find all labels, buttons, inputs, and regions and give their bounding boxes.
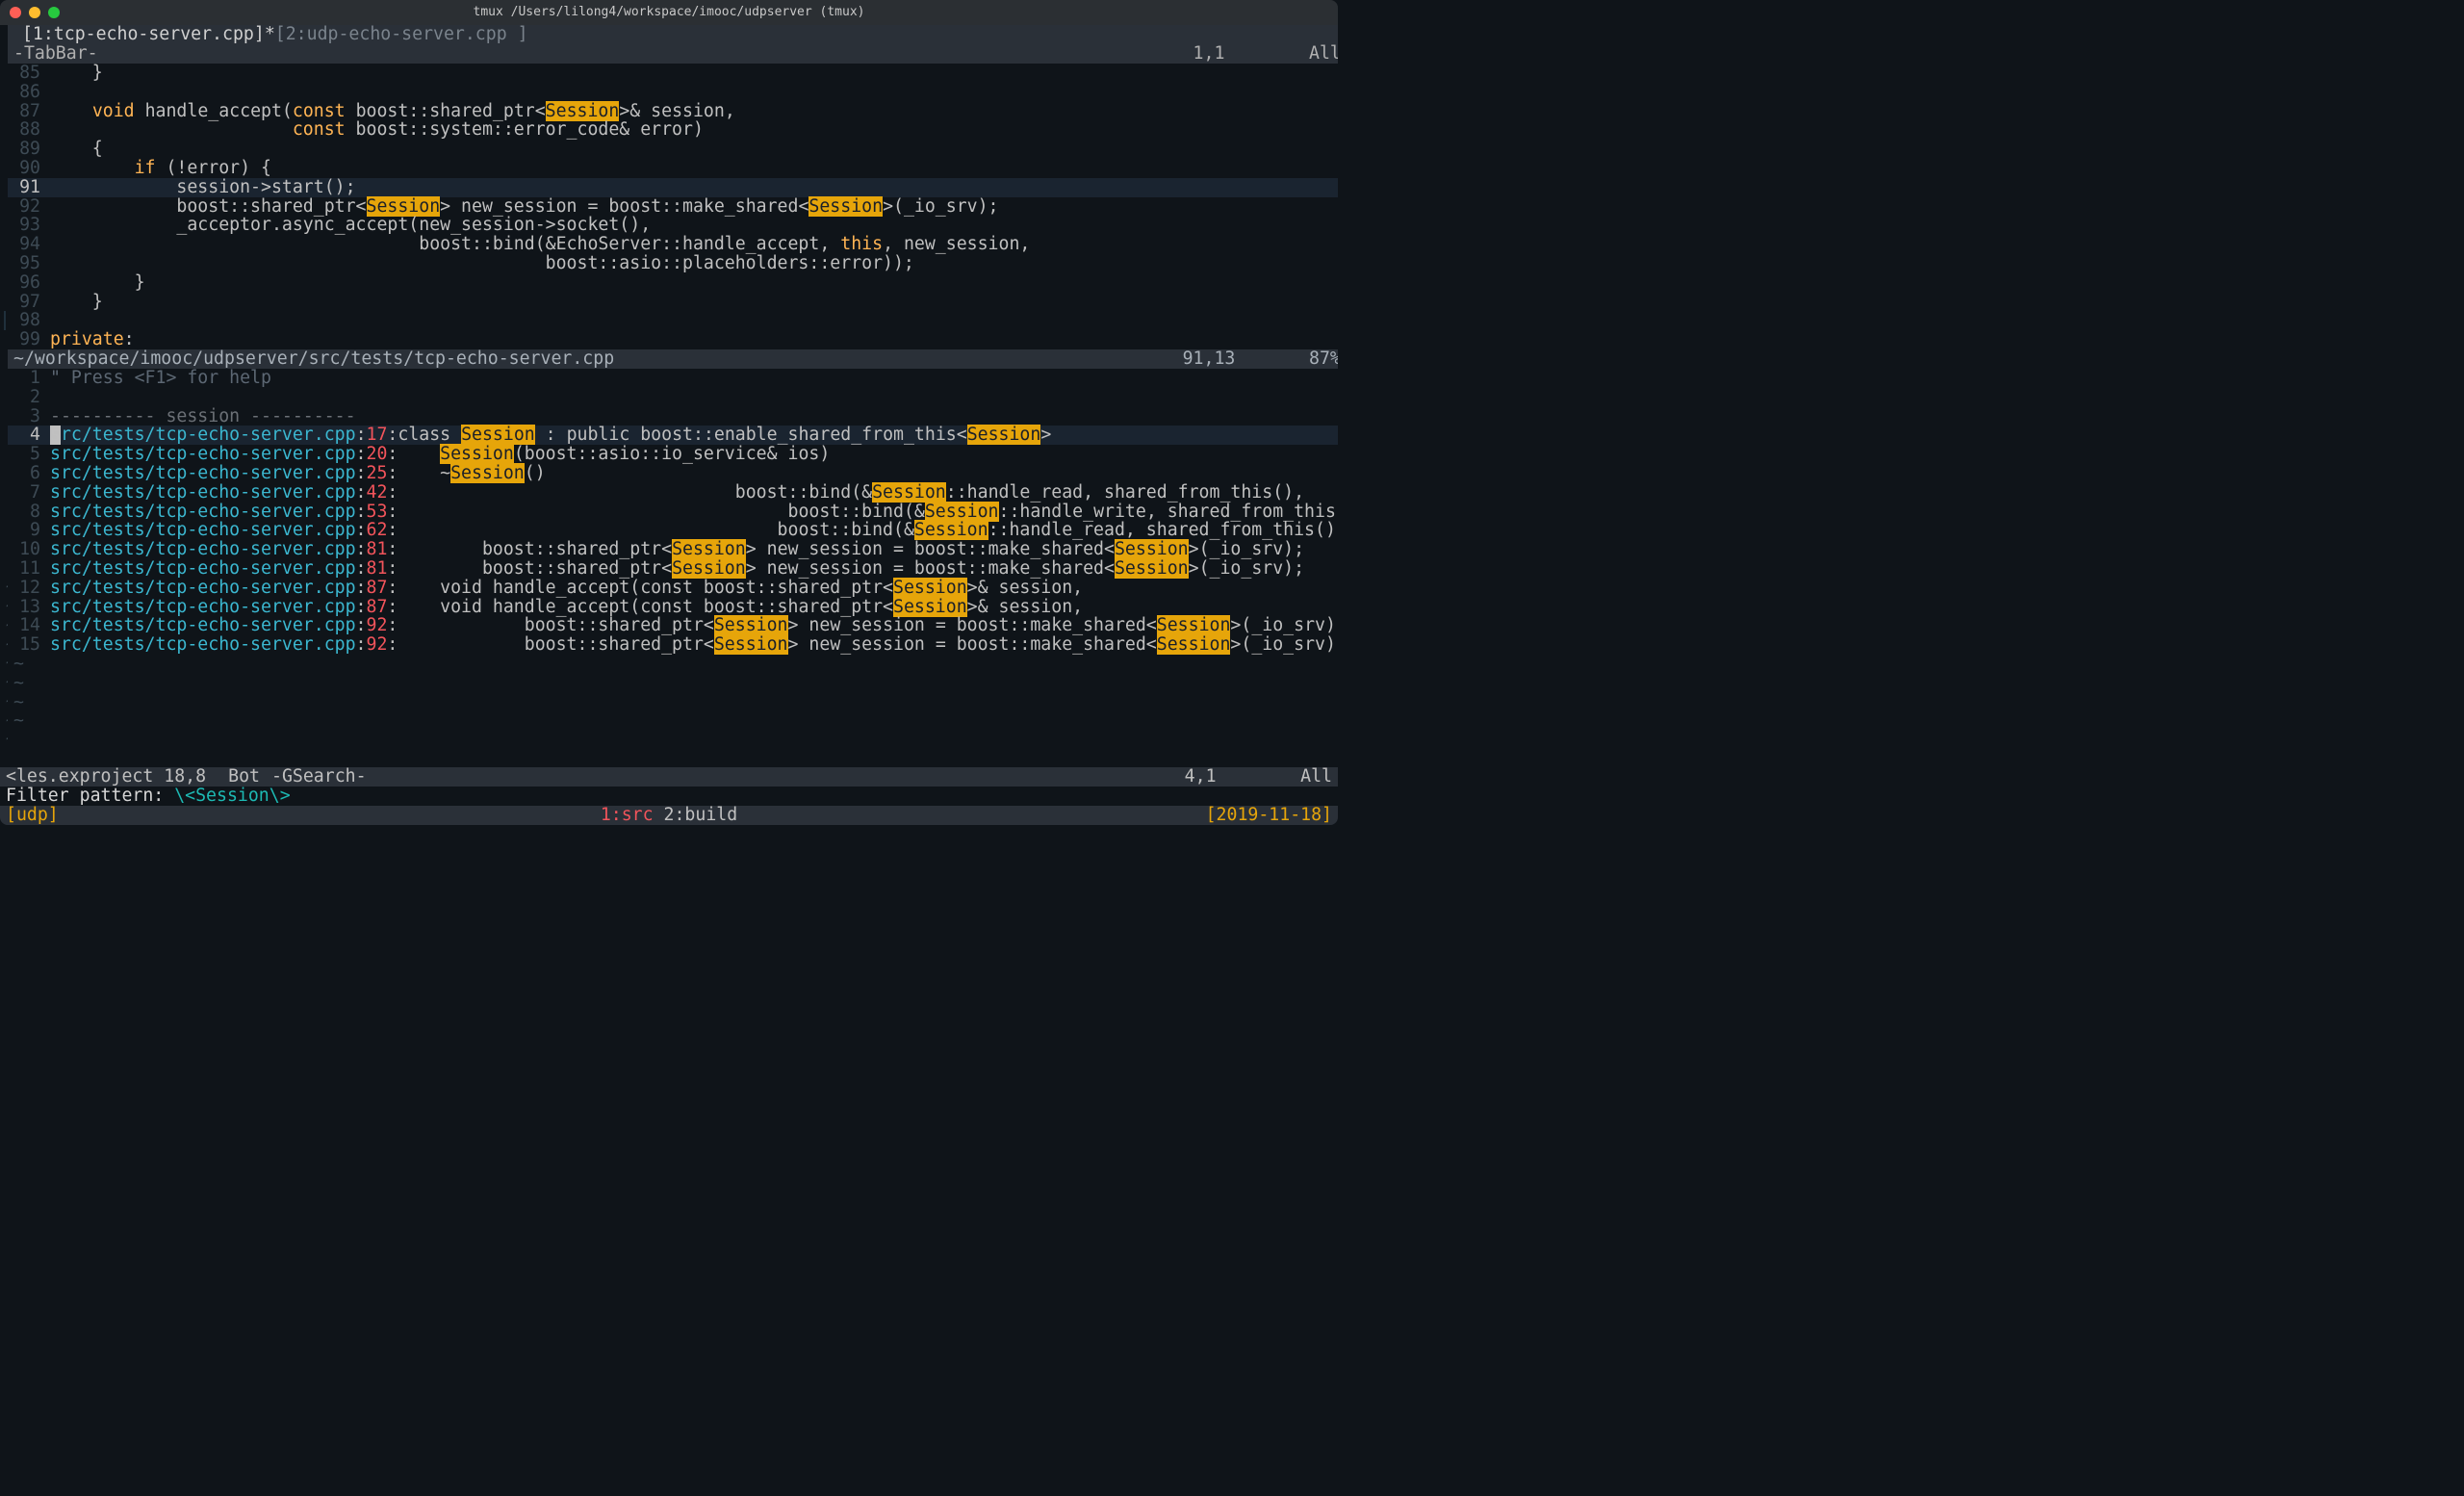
- tree-spacer: | |: [4, 387, 6, 406]
- tree-file[interactable]: | | |-tcp-connection-test.cpp: [4, 101, 6, 120]
- tree-file[interactable]: | | |-tcpbuf.h: [4, 272, 6, 292]
- tree-file[interactable]: | |-SConscript: [4, 196, 6, 216]
- search-result-row[interactable]: 9src/tests/tcp-echo-server.cpp:62: boost…: [8, 521, 1338, 540]
- tree-file[interactable]: | | |-logger.h: [4, 482, 6, 502]
- editor-statusline: ~/workspace/imooc/udpserver/src/tests/tc…: [8, 349, 1338, 369]
- tilde: ~: [4, 578, 6, 597]
- tree-file[interactable]: | | |-tcp.cpp: [4, 216, 6, 235]
- current-line: 91 session->start();: [8, 178, 1338, 197]
- vim-statusline: <les.exproject 18,8 Bot -GSearch- 4,1 Al…: [0, 767, 1338, 787]
- tilde: ~: [8, 655, 1338, 674]
- tilde: ~: [4, 730, 6, 749]
- vim-cmdline[interactable]: Filter pattern: \<Session\>: [0, 787, 1338, 806]
- tree-file[interactable]: | | |-udp.h: [4, 330, 6, 349]
- search-result-row[interactable]: 14src/tests/tcp-echo-server.cpp:92: boos…: [8, 616, 1338, 635]
- tab-bar-status: -TabBar- 1,1 All: [8, 44, 1338, 64]
- tree-folder-transport[interactable]: | |-[F]transport {: [4, 177, 6, 196]
- tilde: ~: [4, 692, 6, 711]
- search-result-row[interactable]: 11src/tests/tcp-echo-server.cpp:81: boos…: [8, 559, 1338, 579]
- tilde: ~: [4, 635, 6, 655]
- tree-file[interactable]: | | | |-test.cpp }: [4, 445, 6, 464]
- tree-file-sconstruct[interactable]: |-Sconstruct }: [4, 558, 6, 578]
- tmux-session-name: [udp]: [6, 806, 59, 825]
- gsearch-label: -GSearch-: [271, 767, 367, 787]
- tilde: ~: [4, 654, 6, 673]
- sidebar-status-left: <les.exproject 18,8: [6, 767, 206, 787]
- sidebar-status-right: Bot: [228, 767, 260, 787]
- tree-file[interactable]: | | |-udp-echo-server.cpp }: [4, 140, 6, 159]
- tree-file[interactable]: | | |-SConscript } } }: [4, 502, 6, 521]
- search-results[interactable]: 1" Press <F1> for help 2 3---------- ses…: [8, 369, 1338, 731]
- file-path: ~/workspace/imooc/udpserver/src/tests/tc…: [13, 349, 614, 369]
- tree-folder-src[interactable]: |-[F]src {: [4, 44, 6, 64]
- search-result-row[interactable]: 6src/tests/tcp-echo-server.cpp:25: ~Sess…: [8, 464, 1338, 483]
- tree-spacer: | |: [4, 159, 6, 178]
- tree-file-readme[interactable]: |-README.md: [4, 540, 6, 559]
- tilde: ~: [8, 674, 1338, 693]
- search-section-header: ---------- session ----------: [50, 406, 356, 426]
- tilde: ~: [4, 711, 6, 731]
- tree-spacer: |: [4, 521, 6, 540]
- tree-file[interactable]: | | |-SConscript: [4, 82, 6, 101]
- buffer-tabs[interactable]: [1:tcp-echo-server.cpp]*[2:udp-echo-serv…: [8, 25, 1338, 44]
- window-titlebar: tmux /Users/lilong4/workspace/imooc/udps…: [0, 0, 1338, 25]
- search-result-row[interactable]: 15src/tests/tcp-echo-server.cpp:92: boos…: [8, 635, 1338, 655]
- search-result-row[interactable]: 13src/tests/tcp-echo-server.cpp:87: void…: [8, 598, 1338, 617]
- close-icon[interactable]: [10, 7, 21, 18]
- highlight-session: Session: [367, 196, 441, 217]
- tree-folder-tests[interactable]: | |-[F]tests {: [4, 64, 6, 83]
- highlight-session: Session: [546, 101, 620, 121]
- search-result-row[interactable]: 8src/tests/tcp-echo-server.cpp:53: boost…: [8, 503, 1338, 522]
- tab-tcp-echo[interactable]: [1:tcp-echo-server.cpp]: [22, 24, 265, 44]
- window-title: tmux /Users/lilong4/workspace/imooc/udps…: [10, 3, 1328, 22]
- help-hint: " Press <F1> for help: [50, 368, 271, 388]
- tree-root[interactable]: -[F]udpserver {: [4, 25, 6, 44]
- tree-file[interactable]: | | |-tcpbuf.cpp: [4, 254, 6, 273]
- tree-file-selected[interactable]: | | |-udp.cpp: [4, 311, 6, 330]
- file-tree[interactable]: -[F]udpserver { |-[F]src { | |-[F]tests …: [0, 25, 8, 767]
- highlight-session: Session: [808, 196, 883, 217]
- tree-file[interactable]: | | |-tcp-echo-server.cpp: [4, 120, 6, 140]
- tree-folder-util[interactable]: | |-[F]util {: [4, 406, 6, 426]
- tilde: ~: [4, 616, 6, 635]
- tabbar-label: -TabBar-: [13, 44, 98, 64]
- tree-file[interactable]: | | |-transport.h: [4, 292, 6, 311]
- tilde: ~: [8, 711, 1338, 731]
- maximize-icon[interactable]: [48, 7, 60, 18]
- tilde: ~: [4, 673, 6, 692]
- tilde: ~: [4, 597, 6, 616]
- tilde: ~: [8, 693, 1338, 712]
- search-result-row[interactable]: 5src/tests/tcp-echo-server.cpp:20: Sessi…: [8, 445, 1338, 464]
- tree-file[interactable]: | | |-logger.cpp: [4, 463, 6, 482]
- tmux-window-other[interactable]: 2:build: [654, 805, 738, 825]
- tree-file[interactable]: | | |-tcp.h: [4, 235, 6, 254]
- tmux-window-active[interactable]: 1:src: [601, 805, 654, 825]
- search-result-row[interactable]: 7src/tests/tcp-echo-server.cpp:42: boost…: [8, 483, 1338, 503]
- code-editor[interactable]: 85 } 86 87 void handle_accept(const boos…: [8, 64, 1338, 349]
- minimize-icon[interactable]: [29, 7, 40, 18]
- search-result-row[interactable]: 4src/tests/tcp-echo-server.cpp:17:class …: [8, 426, 1338, 445]
- tab-udp-echo[interactable]: [2:udp-echo-server.cpp ]: [275, 24, 528, 44]
- tmux-date: [2019-11-18]: [1206, 806, 1332, 825]
- tmux-statusbar: [udp] 1:src 2:build [2019-11-18]: [0, 806, 1338, 825]
- tree-folder-hello[interactable]: | | |-[F]Hello {: [4, 426, 6, 445]
- search-result-row[interactable]: 10src/tests/tcp-echo-server.cpp:81: boos…: [8, 540, 1338, 559]
- tree-file[interactable]: | | |-udppkt.h }: [4, 368, 6, 387]
- search-result-row[interactable]: 12src/tests/tcp-echo-server.cpp:87: void…: [8, 579, 1338, 598]
- tree-file[interactable]: | | |-udppkt.cpp: [4, 349, 6, 369]
